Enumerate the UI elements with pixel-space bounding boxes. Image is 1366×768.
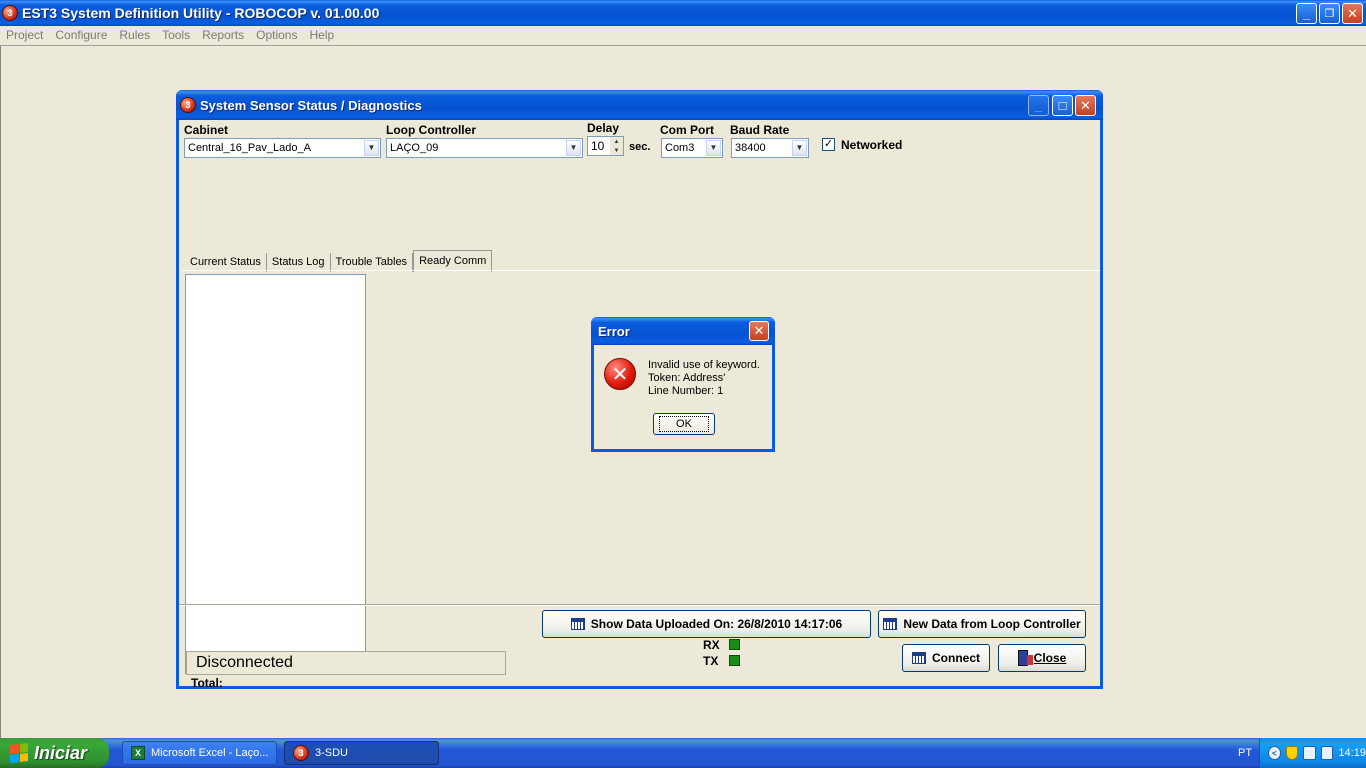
app-icon: 3 <box>2 5 18 21</box>
start-label: Iniciar <box>34 742 88 763</box>
error-icon: ✕ <box>604 358 636 390</box>
taskbar-sdu-label: 3-SDU <box>315 747 349 759</box>
child-title: System Sensor Status / Diagnostics <box>200 97 422 113</box>
child-app-icon: 3 <box>180 97 196 113</box>
menu-help[interactable]: Help <box>303 28 340 42</box>
divider <box>179 605 1100 606</box>
error-message-line-1: Invalid use of keyword. <box>648 359 760 371</box>
chevron-down-icon[interactable]: ▼ <box>566 140 581 156</box>
tab-strip: Current Status Status Log Trouble Tables… <box>185 250 493 272</box>
error-title: Error <box>598 323 630 339</box>
menu-rules[interactable]: Rules <box>113 28 156 42</box>
menu-configure[interactable]: Configure <box>49 28 113 42</box>
error-message-line-3: Line Number: 1 <box>648 385 724 397</box>
error-body: ✕ Invalid use of keyword. Token: Address… <box>594 345 772 449</box>
rx-indicator <box>729 639 740 650</box>
menu-bar: Project Configure Rules Tools Reports Op… <box>0 26 1366 44</box>
error-title-bar[interactable]: Error ✕ <box>591 317 775 345</box>
com-port-select[interactable]: Com3 ▼ <box>661 138 723 158</box>
tx-label: TX <box>703 654 719 668</box>
restore-button[interactable]: ❐ <box>1319 3 1340 24</box>
connect-label: Connect <box>932 651 980 665</box>
close-app-button[interactable]: ✕ <box>1342 3 1363 24</box>
loop-controller-select[interactable]: LAÇO_09 ▼ <box>386 138 583 158</box>
tab-ready-comm[interactable]: Ready Comm <box>413 250 493 272</box>
delay-value: 10 <box>591 139 605 153</box>
error-close-button[interactable]: ✕ <box>749 321 769 341</box>
delay-unit: sec. <box>629 141 651 153</box>
connect-button[interactable]: Connect <box>902 644 990 672</box>
network-icon[interactable] <box>1303 746 1316 760</box>
system-tray: < 14:19 <box>1259 738 1366 768</box>
taskbar: Iniciar X Microsoft Excel - Laço... 3 3-… <box>0 738 1366 768</box>
taskbar-excel-label: Microsoft Excel - Laço... <box>151 747 269 759</box>
networked-label: Networked <box>841 138 903 152</box>
main-title-bar[interactable]: 3 EST3 System Definition Utility - ROBOC… <box>0 0 1366 26</box>
chevron-down-icon[interactable]: ▼ <box>706 140 721 156</box>
chevron-down-icon[interactable]: ▼ <box>364 140 379 156</box>
clock[interactable]: 14:19 <box>1338 747 1366 759</box>
start-button[interactable]: Iniciar <box>0 738 109 768</box>
child-close-button[interactable]: ✕ <box>1075 95 1096 116</box>
close-label: Close <box>1033 651 1067 665</box>
door-exit-icon <box>1017 650 1033 666</box>
baud-rate-value: 38400 <box>735 142 766 154</box>
error-message-line-2: Token: Address' <box>648 372 726 384</box>
menu-tools[interactable]: Tools <box>156 28 196 42</box>
close-window-button[interactable]: Close <box>998 644 1086 672</box>
app-title: EST3 System Definition Utility - ROBOCOP… <box>22 5 380 21</box>
menu-project[interactable]: Project <box>0 28 49 42</box>
volume-icon[interactable] <box>1320 746 1334 760</box>
ok-label: OK <box>659 416 709 432</box>
com-port-value: Com3 <box>665 142 695 154</box>
baud-rate-label: Baud Rate <box>730 123 790 137</box>
table-icon <box>570 618 585 630</box>
table-icon <box>912 652 926 664</box>
loop-controller-value: LAÇO_09 <box>390 142 439 154</box>
tab-divider <box>182 270 1100 271</box>
device-list[interactable] <box>185 274 366 674</box>
baud-rate-select[interactable]: 38400 ▼ <box>731 138 809 158</box>
windows-logo-icon <box>10 743 28 763</box>
cabinet-label: Cabinet <box>184 123 229 137</box>
child-minimize-button[interactable]: _ <box>1028 95 1049 116</box>
child-title-bar[interactable]: 3 System Sensor Status / Diagnostics _ □… <box>176 90 1103 120</box>
child-maximize-button[interactable]: □ <box>1052 95 1073 116</box>
language-indicator[interactable]: PT <box>1238 747 1252 759</box>
connection-status: Disconnected <box>186 651 506 675</box>
security-shield-icon[interactable] <box>1285 746 1299 760</box>
rx-label: RX <box>703 638 720 652</box>
excel-icon: X <box>131 746 145 760</box>
table-icon <box>883 618 898 630</box>
chevron-left-icon[interactable]: < <box>1268 746 1281 760</box>
loop-controller-label: Loop Controller <box>386 123 476 137</box>
new-data-button[interactable]: New Data from Loop Controller <box>878 610 1086 638</box>
total-label: Total: <box>191 676 223 690</box>
taskbar-sdu[interactable]: 3 3-SDU <box>284 741 439 765</box>
cabinet-select[interactable]: Central_16_Pav_Lado_A ▼ <box>184 138 381 158</box>
taskbar-excel[interactable]: X Microsoft Excel - Laço... <box>122 741 277 765</box>
delay-stepper[interactable]: 10 ▲ ▼ <box>587 136 624 156</box>
com-port-label: Com Port <box>660 123 714 137</box>
tx-indicator <box>729 655 740 666</box>
new-data-label: New Data from Loop Controller <box>903 617 1081 631</box>
error-dialog: Error ✕ ✕ Invalid use of keyword. Token:… <box>591 317 775 452</box>
menu-reports[interactable]: Reports <box>196 28 250 42</box>
show-data-uploaded-label: Show Data Uploaded On: 26/8/2010 14:17:0… <box>590 617 843 631</box>
cabinet-value: Central_16_Pav_Lado_A <box>188 142 311 154</box>
ok-button[interactable]: OK <box>653 413 715 435</box>
sdu-icon: 3 <box>293 745 309 761</box>
show-data-uploaded-button[interactable]: Show Data Uploaded On: 26/8/2010 14:17:0… <box>542 610 871 638</box>
minimize-button[interactable]: _ <box>1296 3 1317 24</box>
menu-options[interactable]: Options <box>250 28 303 42</box>
chevron-down-icon[interactable]: ▼ <box>792 140 807 156</box>
spin-down-icon[interactable]: ▼ <box>610 146 623 155</box>
networked-checkbox[interactable]: ✓ <box>822 138 835 151</box>
